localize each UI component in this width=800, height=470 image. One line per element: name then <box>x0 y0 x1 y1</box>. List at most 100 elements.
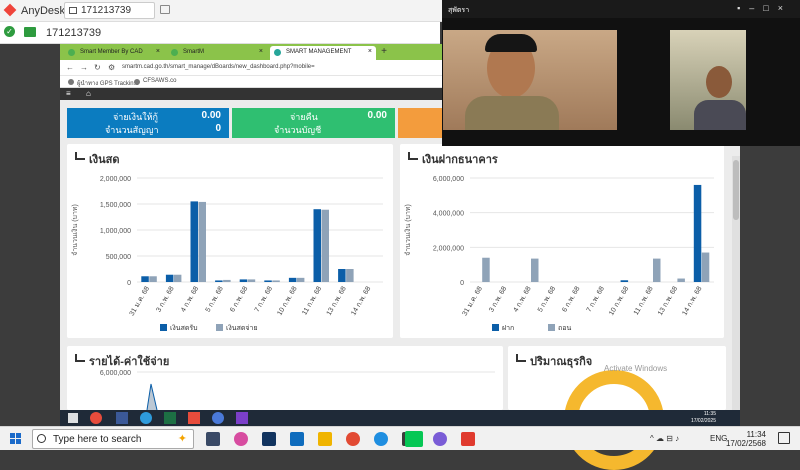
favicon-icon <box>171 49 178 56</box>
bar <box>701 252 710 282</box>
card-value: 0.00 <box>201 110 221 121</box>
x-tick-label: 7 ก.พ. 68 <box>586 285 606 313</box>
remote-app-icon[interactable] <box>236 412 248 424</box>
dashboard-content: จ่ายเงินให้กู้ จำนวนสัญญา 0.00 0 จ่ายคืน… <box>60 100 740 470</box>
close-icon[interactable]: × <box>259 48 263 55</box>
remote-time: 11:35 <box>703 411 716 417</box>
app-icon[interactable] <box>433 432 447 446</box>
new-tab-button[interactable]: + <box>378 46 390 58</box>
bar <box>693 184 702 282</box>
mail-icon[interactable] <box>290 432 304 446</box>
bar <box>264 280 272 282</box>
close-icon[interactable]: × <box>156 48 160 55</box>
remote-chrome-icon[interactable] <box>90 412 102 424</box>
back-icon[interactable]: ← <box>66 63 74 72</box>
participant-video-2 <box>670 30 746 130</box>
bar-chart-icon <box>408 152 418 160</box>
anydesk-taskbar-icon[interactable] <box>461 432 475 446</box>
x-tick-label: 4 ก.พ. 68 <box>513 285 533 313</box>
y-tick-label: 500,000 <box>106 254 131 261</box>
bookmark-item[interactable]: ผู้นำทาง GPS Trackin... <box>68 78 139 88</box>
legend-label: เงินสดจ่าย <box>226 324 258 332</box>
remote-excel-icon[interactable] <box>164 412 176 424</box>
search-placeholder: Type here to search <box>53 434 142 445</box>
business-panel: ปริมาณธุรกิจ Activate Windows <box>508 346 726 470</box>
reload-icon[interactable]: ↻ <box>94 63 101 72</box>
clock-date: 17/02/2568 <box>725 439 766 448</box>
anydesk-address-bar: ✓ 171213739 <box>0 22 440 44</box>
favicon-icon <box>274 49 281 56</box>
remote-monitor-icon[interactable] <box>24 27 36 37</box>
card-value: 0 <box>215 123 221 134</box>
bar <box>173 274 182 282</box>
tab-smart-member[interactable]: Smart Member By CAD × <box>64 46 164 60</box>
activate-windows-text: Activate Windows <box>604 364 668 373</box>
x-tick-label: 3 ก.พ. 68 <box>155 285 175 313</box>
chrome-icon[interactable] <box>346 432 360 446</box>
orange-card <box>398 108 448 138</box>
line-icon[interactable] <box>405 431 423 447</box>
remote-app-icon[interactable] <box>116 412 128 424</box>
home-icon[interactable]: ⌂ <box>86 89 91 98</box>
language-indicator[interactable]: ENG <box>710 434 727 443</box>
remote-app-icon[interactable] <box>212 412 224 424</box>
sparkle-icon: ✦ <box>177 433 187 445</box>
file-explorer-icon[interactable] <box>318 432 332 446</box>
bar <box>338 269 346 282</box>
close-icon[interactable]: × <box>368 48 372 55</box>
video-call-title: สุพัตรา <box>448 7 470 14</box>
participant-shirt <box>694 100 746 130</box>
tray-icons[interactable]: ^ ☁ ⊟ ♪ <box>650 434 679 443</box>
y-tick-label: 4,000,000 <box>433 211 464 218</box>
card-label: จ่ายคืน <box>290 112 318 122</box>
forward-icon[interactable]: → <box>80 63 88 72</box>
globe-icon <box>68 79 74 85</box>
chat-icon[interactable] <box>160 5 170 14</box>
host-taskbar: Type here to search ✦ ^ ☁ ⊟ ♪ ENG 11:34 1… <box>0 426 800 450</box>
remote-anydesk-icon[interactable] <box>188 412 200 424</box>
taskbar-search-box[interactable]: Type here to search ✦ <box>32 429 194 449</box>
edge-icon[interactable] <box>374 432 388 446</box>
url-field[interactable]: smartm.cad.go.th/smart_manage/dBoards/ne… <box>122 64 315 70</box>
session-id-label: 171213739 <box>81 5 132 16</box>
x-tick-label: 10 ก.พ. 68 <box>276 285 298 316</box>
bar <box>198 201 206 282</box>
remote-edge-icon[interactable] <box>140 412 152 424</box>
hamburger-menu-icon[interactable]: ≡ <box>66 89 71 98</box>
tab-smartm[interactable]: SmartM × <box>167 46 267 60</box>
video-call-header: สุพัตรา ▪–□× <box>442 0 800 18</box>
notification-icon[interactable] <box>778 432 790 444</box>
legend-swatch <box>216 324 223 331</box>
participant-shirt <box>465 96 559 130</box>
remote-taskbar: 11:35 17/02/2025 <box>60 410 740 426</box>
bar <box>677 278 685 282</box>
x-tick-label: 5 ก.พ. 68 <box>537 285 557 313</box>
scrollbar-thumb[interactable] <box>733 160 739 220</box>
bookmark-item[interactable]: CFSAWS.co <box>134 78 177 85</box>
legend-label: ถอน <box>558 325 571 332</box>
windows-start-icon[interactable] <box>10 433 22 445</box>
x-tick-label: 4 ก.พ. 68 <box>180 285 200 313</box>
cash-chart: 0 500,000 1,000,000 1,500,000 2,000,000 จำนวน… <box>71 176 383 332</box>
bar <box>272 280 280 282</box>
bookmark-label: CFSAWS.co <box>143 78 177 84</box>
x-tick-label: 7 ก.พ. 68 <box>254 285 274 313</box>
photoshop-icon[interactable] <box>262 432 276 446</box>
window-controls[interactable]: ▪–□× <box>737 3 792 13</box>
copilot-icon[interactable] <box>234 432 248 446</box>
x-tick-label: 14 ก.พ. 68 <box>681 285 703 316</box>
card-label: จ่ายเงินให้กู้ <box>113 112 158 122</box>
legend-label: เงินสดรับ <box>170 324 198 332</box>
system-clock[interactable]: 11:34 17/02/2568 <box>726 430 766 448</box>
y-tick-label: 6,000,000 <box>433 176 464 183</box>
bar <box>141 276 149 282</box>
remote-start-icon[interactable] <box>68 413 78 423</box>
tab-smart-management[interactable]: SMART MANAGEMENT × <box>270 46 376 60</box>
repay-card: จ่ายคืน จำนวนบัญชี 0.00 <box>232 108 395 138</box>
site-info-icon[interactable]: ⚙ <box>108 63 115 72</box>
participant-hair <box>485 34 537 52</box>
task-view-icon[interactable] <box>206 432 220 446</box>
bar-chart-icon <box>516 354 526 362</box>
anydesk-session-tab[interactable]: 171213739 <box>64 2 155 19</box>
card-label: จำนวนบัญชี <box>274 125 322 135</box>
